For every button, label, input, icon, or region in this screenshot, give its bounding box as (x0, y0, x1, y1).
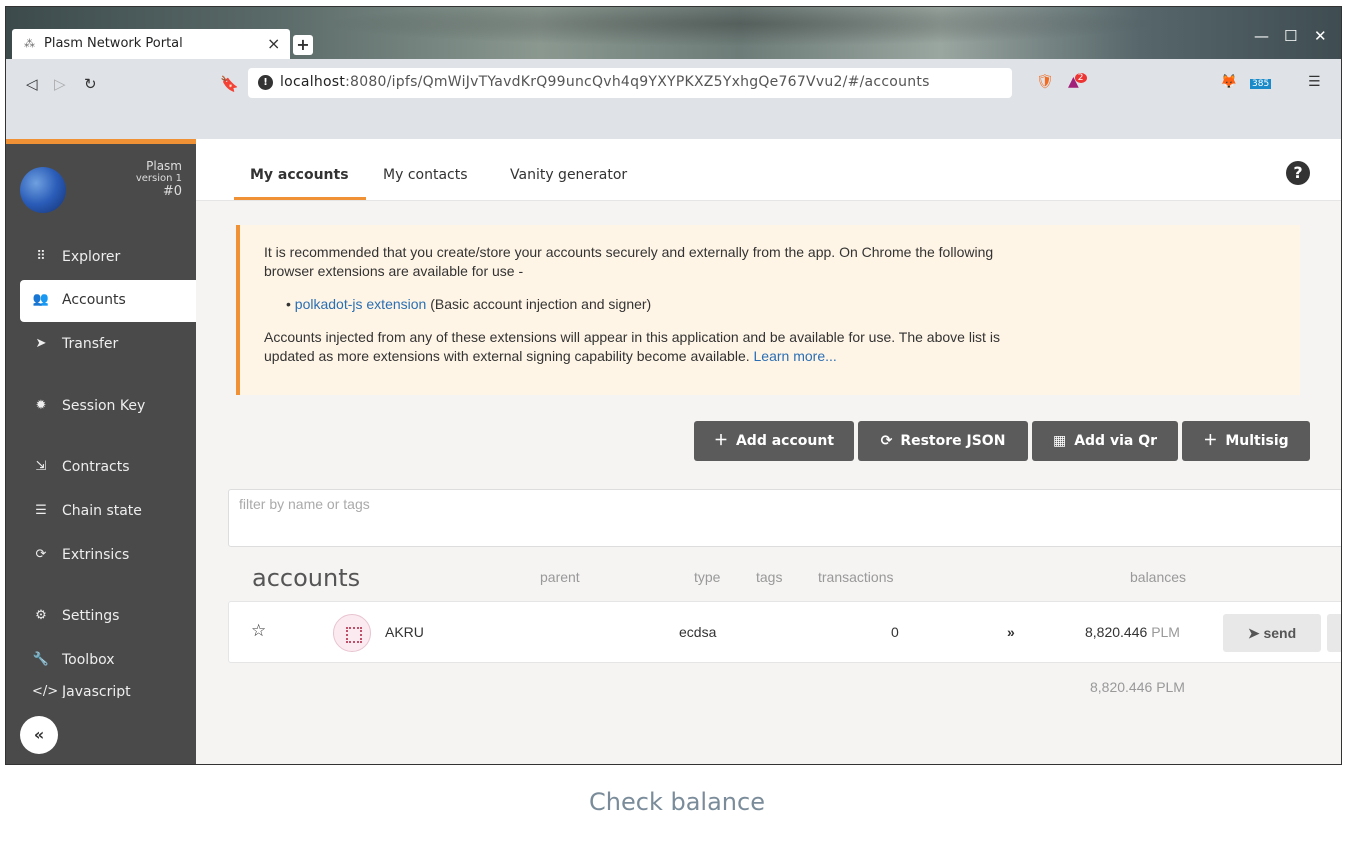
tab-vanity-generator[interactable]: Vanity generator (510, 167, 627, 183)
caption: Check balance (589, 788, 765, 816)
sidebar-item-transfer[interactable]: ➤ Transfer (20, 324, 196, 366)
qrcode-icon: ▦ (1052, 433, 1067, 449)
add-account-button[interactable]: ＋ Add account (694, 421, 854, 461)
table-row: ☆ AKRU ecdsa 0 » 8,820.446 PLM ➤ send (228, 601, 1341, 663)
chain-version: version 1 (135, 173, 182, 184)
header-type: type (694, 569, 721, 585)
new-tab-button[interactable]: + (293, 35, 313, 55)
learn-more-link[interactable]: Learn more... (754, 348, 837, 364)
close-window-icon[interactable]: ✕ (1314, 27, 1327, 45)
metamask-icon[interactable]: 🦊 (1220, 74, 1237, 90)
account-transactions: 0 (891, 624, 899, 640)
paper-plane-icon: ➤ (35, 336, 47, 351)
account-identicon[interactable] (333, 614, 371, 652)
favicon-icon: ⁂ (24, 37, 35, 50)
wrench-icon: 🔧 (32, 652, 50, 667)
users-icon: 👥 (32, 292, 50, 307)
notice-extension-item: • polkadot-js extension (Basic account i… (286, 296, 652, 312)
chain-name: Plasm (146, 159, 182, 173)
total-balance: 8,820.446 PLM (1090, 679, 1185, 695)
sidebar-item-accounts[interactable]: 👥 Accounts (20, 280, 196, 322)
title-bar: ⁂ Plasm Network Portal × + — ☐ ✕ (6, 7, 1341, 63)
sidebar-item-toolbox[interactable]: 🔧 Toolbox (20, 640, 196, 682)
multisig-button[interactable]: ＋ Multisig (1182, 421, 1310, 461)
sidebar-item-chain-state[interactable]: ☰ Chain state (20, 491, 196, 533)
browser-menu-icon[interactable]: ☰ (1308, 74, 1321, 90)
browser-window: ⁂ Plasm Network Portal × + — ☐ ✕ ◁ ▷ ↻ 🔖… (5, 6, 1342, 765)
account-type: ecdsa (679, 624, 717, 640)
sidebar-item-session-key[interactable]: ✹ Session Key (20, 386, 196, 428)
tab-title: Plasm Network Portal (44, 36, 183, 51)
tab-close-icon[interactable]: × (267, 34, 280, 53)
maximize-icon[interactable]: ☐ (1284, 27, 1297, 45)
header-parent: parent (540, 569, 580, 585)
filter-placeholder: filter by name or tags (239, 496, 370, 512)
brave-shield-icon[interactable]: 🛡 (1036, 74, 1054, 90)
sidebar: Plasm version 1 #0 ⠿ Explorer 👥 Accounts… (6, 139, 196, 764)
help-icon[interactable]: ? (1286, 161, 1310, 185)
sidebar-item-extrinsics[interactable]: ⟳ Extrinsics (20, 535, 196, 577)
header-tags: tags (756, 569, 783, 585)
minimize-icon[interactable]: — (1254, 27, 1269, 45)
block-number: #0 (162, 184, 182, 199)
notice-footer: Accounts injected from any of these exte… (264, 329, 1000, 364)
plasm-logo (20, 167, 66, 213)
plus-icon: ＋ (1203, 433, 1218, 449)
header-transactions: transactions (818, 569, 894, 585)
filter-input[interactable]: filter by name or tags (228, 489, 1341, 547)
header-balances: balances (1130, 569, 1187, 585)
collapse-sidebar-button[interactable]: « (20, 716, 58, 754)
extension-notice: It is recommended that you create/store … (236, 225, 1300, 395)
reload-icon[interactable]: ↻ (84, 75, 97, 93)
main-content: My accounts My contacts Vanity generator… (196, 139, 1341, 764)
accounts-heading: accounts (252, 564, 361, 592)
compress-icon: ⇲ (35, 459, 47, 474)
certificate-icon: ✹ (35, 398, 47, 413)
database-icon: ☰ (35, 503, 47, 518)
active-tab-indicator (234, 197, 366, 200)
chain-info: Plasm version 1 #0 (136, 159, 182, 199)
url-text: localhost:8080/ipfs/QmWiJvTYavdKrQ99uncQ… (280, 74, 930, 90)
browser-toolbar: ◁ ▷ ↻ 🔖 ! localhost:8080/ipfs/QmWiJvTYav… (6, 59, 1341, 139)
row-menu-button[interactable] (1327, 614, 1341, 652)
address-bar[interactable]: ! localhost:8080/ipfs/QmWiJvTYavdKrQ99un… (248, 68, 1012, 98)
polkadot-extension-link[interactable]: polkadot-js extension (295, 296, 427, 312)
sidebar-item-javascript[interactable]: </> Javascript (20, 684, 196, 698)
notice-text: It is recommended that you create/store … (264, 244, 994, 279)
sidebar-item-settings[interactable]: ⚙ Settings (20, 596, 196, 638)
bookmark-icon[interactable]: 🔖 (220, 75, 239, 93)
sync-icon: ⟳ (35, 547, 47, 562)
account-name[interactable]: AKRU (385, 624, 424, 640)
account-balance: 8,820.446 PLM (1085, 624, 1180, 640)
tabs-bar: My accounts My contacts Vanity generator… (196, 139, 1341, 201)
forward-icon[interactable]: ▷ (54, 75, 66, 93)
tab-my-contacts[interactable]: My contacts (383, 167, 468, 183)
add-via-qr-button[interactable]: ▦ Add via Qr (1032, 421, 1178, 461)
send-button[interactable]: ➤ send (1223, 614, 1321, 652)
sync-icon: ⟳ (880, 433, 893, 449)
sidebar-item-explorer[interactable]: ⠿ Explorer (20, 237, 196, 279)
sidebar-item-contracts[interactable]: ⇲ Contracts (20, 447, 196, 489)
tab-my-accounts[interactable]: My accounts (250, 167, 349, 183)
brave-rewards-icon[interactable]: ▲2 (1068, 73, 1091, 90)
cogs-icon: ⚙ (35, 608, 47, 623)
explorer-icon: ⠿ (36, 249, 46, 264)
code-icon: </> (32, 684, 59, 698)
restore-json-button[interactable]: ⟳ Restore JSON (858, 421, 1028, 461)
expand-chevron-icon[interactable]: » (1007, 624, 1015, 640)
site-info-icon[interactable]: ! (258, 75, 273, 90)
plus-icon: ＋ (713, 433, 728, 449)
paper-plane-icon: ➤ (1247, 625, 1260, 641)
browser-tab[interactable]: ⁂ Plasm Network Portal × (12, 29, 290, 59)
back-icon[interactable]: ◁ (26, 75, 38, 93)
favorite-star-icon[interactable]: ☆ (251, 621, 266, 641)
extension-badge-icon[interactable]: 385 (1250, 74, 1272, 90)
